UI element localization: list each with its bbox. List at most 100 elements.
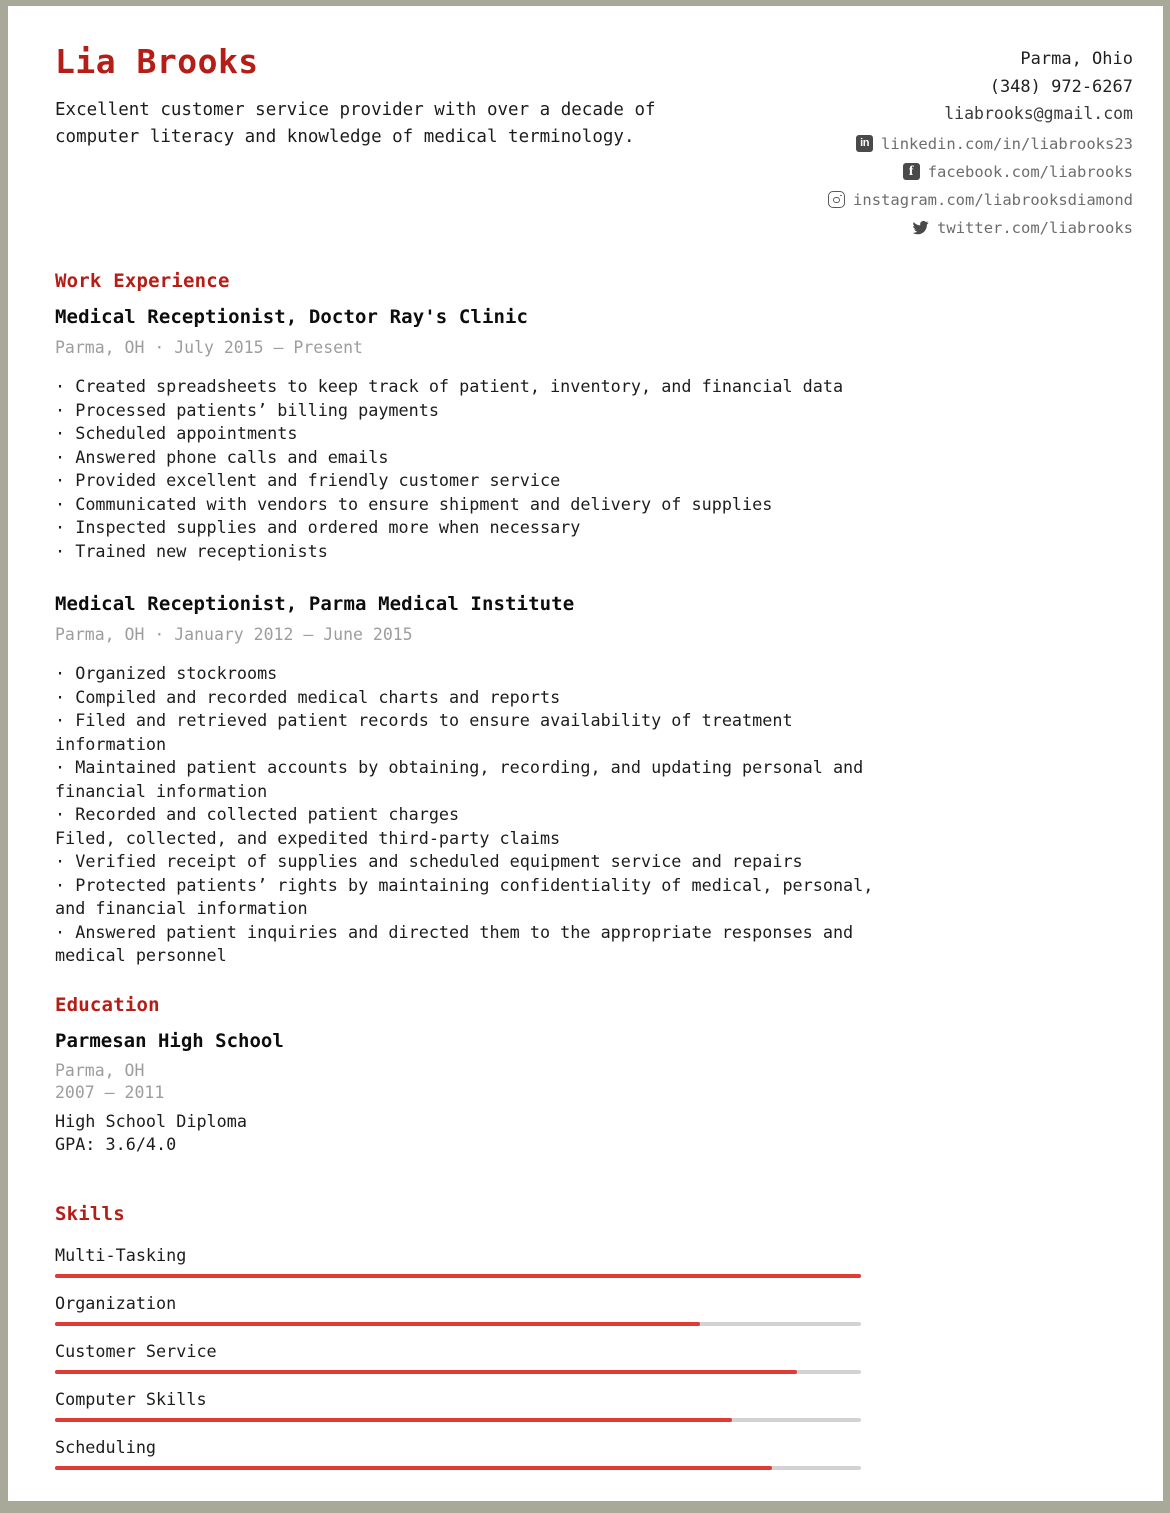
resume-header: Lia Brooks Excellent customer service pr… xyxy=(55,43,1133,244)
skill-level-track xyxy=(55,1369,861,1374)
bullet-dot-icon: · xyxy=(55,493,76,514)
list-item: · Scheduled appointments xyxy=(55,422,875,446)
list-item: · Compiled and recorded medical charts a… xyxy=(55,686,875,710)
bullet-dot-icon: · xyxy=(55,446,76,467)
skill-row: Customer Service xyxy=(55,1341,861,1374)
skill-level-fill xyxy=(55,1417,733,1422)
social-link-instagram[interactable]: instagram.com/liabrooksdiamond xyxy=(713,188,1133,212)
list-item: · Answered phone calls and emails xyxy=(55,446,875,470)
skill-row: Multi-Tasking xyxy=(55,1245,861,1278)
skill-level-fill xyxy=(55,1321,700,1326)
bullet-dot-icon: · xyxy=(55,710,76,731)
list-item: · Verified receipt of supplies and sched… xyxy=(55,850,875,874)
list-item-text: Recorded and collected patient charges xyxy=(75,804,460,825)
job-title: Medical Receptionist, Doctor Ray's Clini… xyxy=(55,306,529,328)
skill-level-track xyxy=(55,1321,861,1326)
list-item-text: Filed, collected, and expedited third-pa… xyxy=(55,827,561,848)
list-item-text: Maintained patient accounts by obtaining… xyxy=(55,757,864,801)
list-item: · Maintained patient accounts by obtaini… xyxy=(55,756,875,803)
education-entry: Parmesan High School Parma, OH 2007 — 20… xyxy=(55,1030,1133,1157)
list-item: · Processed patients’ billing payments xyxy=(55,399,875,423)
job-entry: Medical Receptionist, Parma Medical Inst… xyxy=(55,593,1133,968)
list-item-text: Answered phone calls and emails xyxy=(75,446,389,467)
contact-location: Parma, Ohio xyxy=(1020,49,1133,69)
bullet-dot-icon: · xyxy=(55,663,76,684)
bullet-dot-icon: · xyxy=(55,423,76,444)
contact-phone[interactable]: (348) 972-6267 xyxy=(713,74,1133,102)
social-label-instagram: instagram.com/liabrooksdiamond xyxy=(853,190,1133,209)
job-meta: Parma, OH · July 2015 — Present xyxy=(55,338,363,357)
list-item-text: Processed patients’ billing payments xyxy=(75,399,439,420)
job-bullet-list: · Created spreadsheets to keep track of … xyxy=(55,375,1133,563)
skill-level-fill xyxy=(55,1273,861,1278)
skill-label: Multi-Tasking xyxy=(55,1244,187,1265)
summary-text: Excellent customer service provider with… xyxy=(55,99,656,148)
list-item-text: Filed and retrieved patient records to e… xyxy=(55,710,793,754)
skill-level-fill xyxy=(55,1465,773,1470)
skill-level-fill xyxy=(55,1369,797,1374)
facebook-icon: f xyxy=(902,163,920,181)
twitter-icon xyxy=(912,219,929,236)
education-degree: High School Diploma xyxy=(55,1110,247,1131)
list-item-text: Provided excellent and friendly customer… xyxy=(75,470,561,491)
contact-email[interactable]: liabrooks@gmail.com xyxy=(713,101,1133,128)
list-item-text: Communicated with vendors to ensure ship… xyxy=(75,493,773,514)
list-item-text: Verified receipt of supplies and schedul… xyxy=(75,851,803,872)
list-item-text: Inspected supplies and ordered more when… xyxy=(75,517,581,538)
list-item: · Created spreadsheets to keep track of … xyxy=(55,375,875,399)
bullet-dot-icon: · xyxy=(55,517,76,538)
skill-row: Organization xyxy=(55,1293,861,1326)
skill-level-track xyxy=(55,1465,861,1470)
skill-level-track xyxy=(55,1417,861,1422)
list-item-text: Scheduled appointments xyxy=(75,423,298,444)
skill-level-track xyxy=(55,1273,861,1278)
list-item-text: Trained new receptionists xyxy=(75,540,328,561)
list-item-text: Protected patients’ rights by maintainin… xyxy=(55,874,874,919)
skill-label: Customer Service xyxy=(55,1340,217,1361)
bullet-dot-icon: · xyxy=(55,757,76,778)
instagram-icon xyxy=(828,191,846,209)
education-location: Parma, OH xyxy=(55,1060,145,1080)
section-title-work-experience: Work Experience xyxy=(55,270,230,292)
section-title-education: Education xyxy=(55,993,160,1016)
list-item: · Communicated with vendors to ensure sh… xyxy=(55,493,875,517)
job-meta: Parma, OH · January 2012 — June 2015 xyxy=(55,625,413,645)
social-link-linkedin[interactable]: in linkedin.com/in/liabrooks23 xyxy=(713,132,1133,156)
social-label-twitter: twitter.com/liabrooks xyxy=(937,218,1133,237)
bullet-dot-icon: · xyxy=(55,686,76,707)
social-link-twitter[interactable]: twitter.com/liabrooks xyxy=(713,216,1133,240)
bullet-dot-icon: · xyxy=(55,804,76,825)
skill-label: Scheduling xyxy=(55,1436,157,1457)
list-item: · Organized stockrooms xyxy=(55,662,875,686)
list-item: · Protected patients’ rights by maintain… xyxy=(55,874,875,921)
list-item: · Recorded and collected patient charges xyxy=(55,803,875,827)
bullet-dot-icon: · xyxy=(55,874,76,895)
list-item: · Inspected supplies and ordered more wh… xyxy=(55,516,875,540)
education-gpa: GPA: 3.6/4.0 xyxy=(55,1134,177,1155)
bullet-dot-icon: · xyxy=(55,540,76,561)
job-entry: Medical Receptionist, Doctor Ray's Clini… xyxy=(55,306,1133,563)
skill-row: Computer Skills xyxy=(55,1389,861,1422)
skill-label: Computer Skills xyxy=(55,1388,207,1409)
bullet-dot-icon: · xyxy=(55,921,76,942)
bullet-dot-icon: · xyxy=(55,376,76,396)
social-label-linkedin: linkedin.com/in/liabrooks23 xyxy=(881,134,1133,153)
list-item: · Trained new receptionists xyxy=(55,540,875,564)
list-item-text: Created spreadsheets to keep track of pa… xyxy=(75,376,844,396)
bullet-dot-icon: · xyxy=(55,399,76,420)
linkedin-icon: in xyxy=(856,135,874,153)
list-item: Filed, collected, and expedited third-pa… xyxy=(55,827,875,851)
page-frame: Lia Brooks Excellent customer service pr… xyxy=(0,0,1170,1513)
list-item-text: Organized stockrooms xyxy=(75,663,278,684)
social-link-facebook[interactable]: f facebook.com/liabrooks xyxy=(713,160,1133,184)
bullet-dot-icon: · xyxy=(55,470,76,491)
section-title-skills: Skills xyxy=(55,1202,125,1225)
list-item: · Answered patient inquiries and directe… xyxy=(55,921,875,968)
skill-row: Scheduling xyxy=(55,1437,861,1470)
skill-label: Organization xyxy=(55,1292,177,1313)
resume-page: Lia Brooks Excellent customer service pr… xyxy=(8,6,1163,1501)
list-item: · Provided excellent and friendly custom… xyxy=(55,469,875,493)
job-title: Medical Receptionist, Parma Medical Inst… xyxy=(55,593,575,616)
skills-list: Multi-Tasking Organization Customer Servic… xyxy=(55,1245,1133,1470)
contact-block: Parma, Ohio (348) 972-6267 liabrooks@gma… xyxy=(713,46,1133,240)
